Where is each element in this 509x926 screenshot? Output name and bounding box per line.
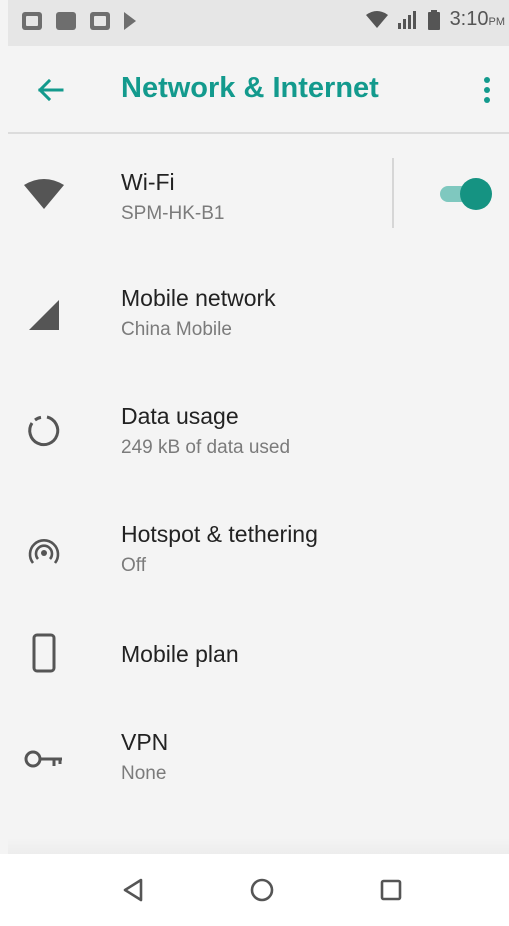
back-arrow-icon[interactable] (32, 72, 68, 108)
notification-icons (22, 12, 136, 30)
phone-icon (24, 633, 64, 673)
key-icon (24, 739, 64, 779)
mobile-plan-setting[interactable]: Mobile plan (8, 607, 509, 703)
vpn-setting[interactable]: VPN None (8, 703, 509, 821)
wifi-status-icon (365, 10, 388, 28)
more-options-icon[interactable] (475, 72, 499, 108)
wifi-toggle[interactable] (434, 176, 492, 212)
data-usage-icon (24, 411, 64, 451)
navigation-bar (0, 854, 509, 926)
wifi-network-name: SPM-HK-B1 (121, 203, 225, 224)
home-nav-icon[interactable] (244, 872, 280, 908)
data-usage-amount: 249 kB of data used (121, 437, 291, 458)
system-status: 3:10PM (365, 8, 505, 31)
play-store-icon (124, 12, 136, 30)
vpn-status: None (121, 763, 167, 784)
back-nav-icon[interactable] (115, 872, 151, 908)
hotspot-icon (24, 531, 64, 571)
photo-notification-icon (90, 12, 110, 30)
mobile-carrier: China Mobile (121, 319, 232, 340)
clock: 3:10PM (449, 8, 505, 30)
hotspot-title: Hotspot & tethering (121, 521, 318, 547)
divider (392, 158, 394, 228)
status-bar: 3:10PM (8, 0, 509, 46)
mobile-network-title: Mobile network (121, 285, 276, 311)
data-usage-title: Data usage (121, 403, 239, 429)
app-bar: Network & Internet (8, 46, 509, 134)
gallery-notification-icon (56, 12, 76, 30)
mobile-network-setting[interactable]: Mobile network China Mobile (8, 253, 509, 371)
settings-screen: 3:10PM Network & Internet Wi-Fi SPM-HK-B… (0, 0, 509, 926)
data-usage-setting[interactable]: Data usage 249 kB of data used (8, 371, 509, 489)
signal-icon (397, 10, 416, 29)
mobile-plan-title: Mobile plan (121, 641, 239, 667)
hotspot-status: Off (121, 555, 146, 576)
image-notification-icon (22, 12, 42, 30)
toggle-thumb (460, 178, 492, 210)
battery-icon (427, 9, 440, 30)
wifi-icon (24, 175, 64, 215)
recents-nav-icon[interactable] (373, 872, 409, 908)
vpn-title: VPN (121, 729, 169, 755)
hotspot-setting[interactable]: Hotspot & tethering Off (8, 489, 509, 607)
page-title: Network & Internet (121, 72, 379, 104)
wifi-title: Wi-Fi (121, 169, 175, 195)
cellular-signal-icon (24, 295, 64, 335)
